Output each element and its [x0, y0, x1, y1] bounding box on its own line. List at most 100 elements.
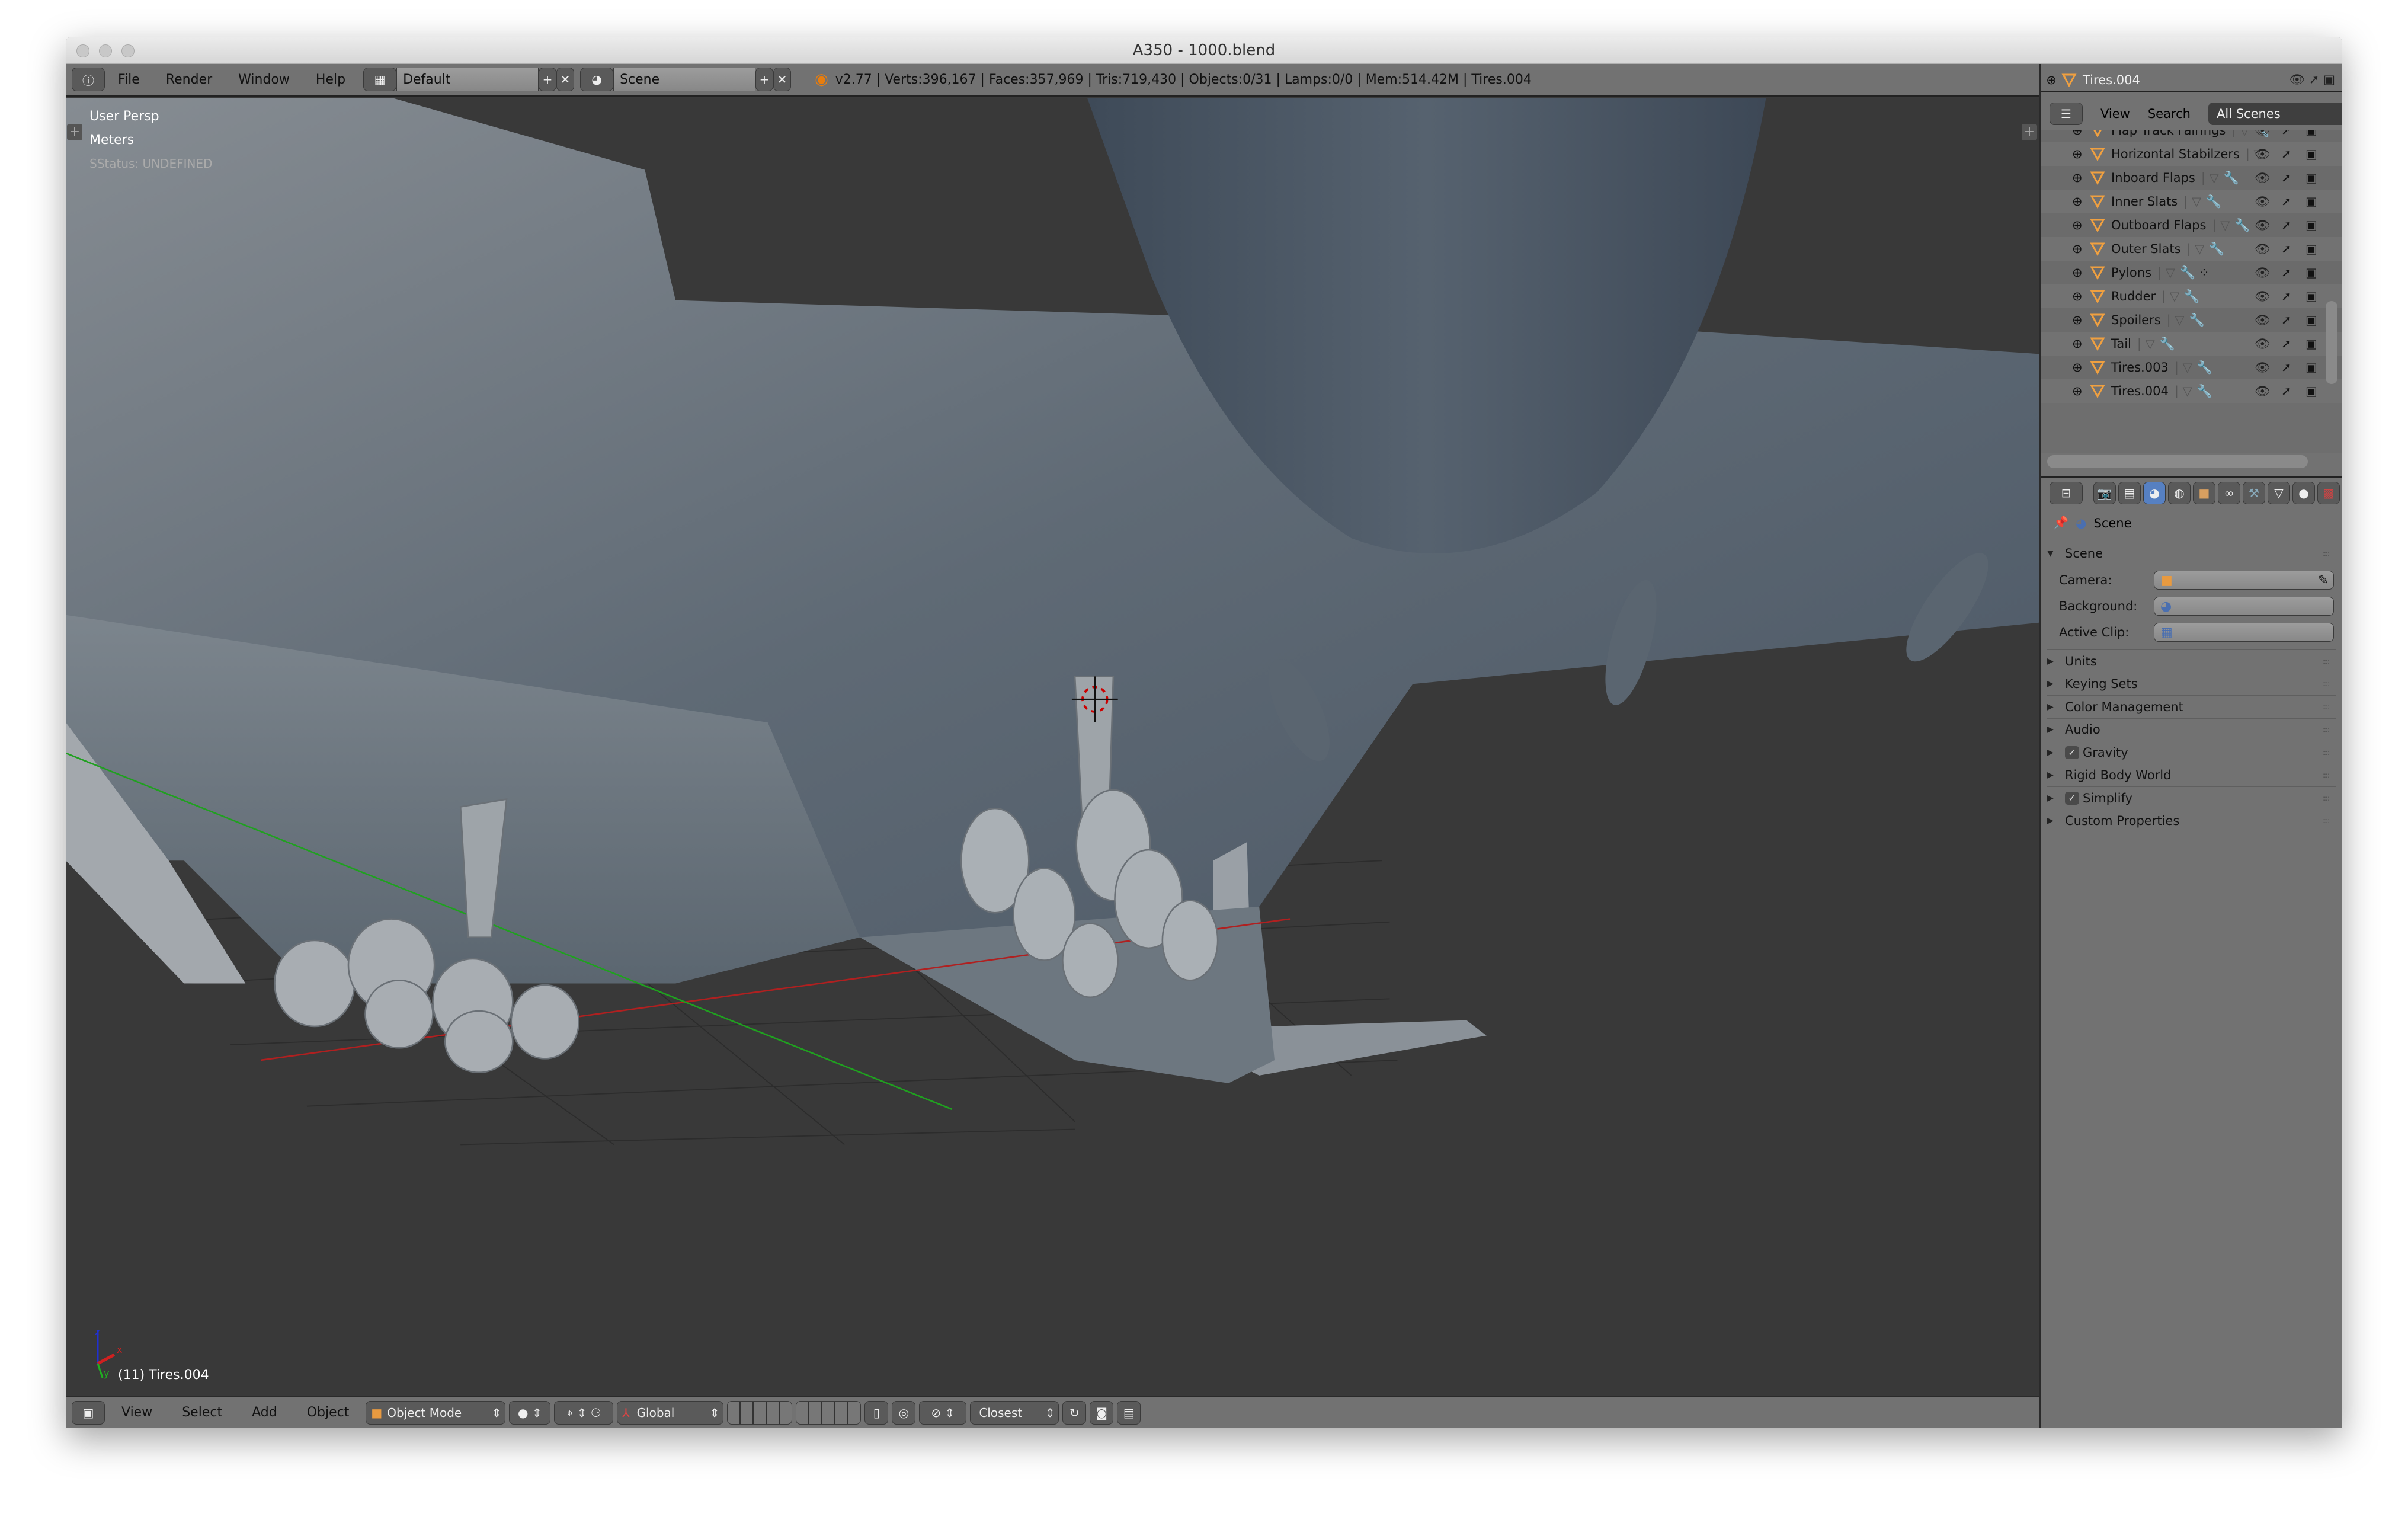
select-cursor-icon[interactable]: ➚ — [2281, 194, 2292, 209]
snap-target-dropdown[interactable]: Closest ⇕ — [970, 1400, 1059, 1425]
drag-grip-icon[interactable]: :::: — [2322, 725, 2330, 734]
mode-dropdown[interactable]: ■ Object Mode ⇕ — [366, 1400, 506, 1425]
expand-icon[interactable]: ⊕ — [2072, 242, 2090, 256]
render-camera-icon[interactable]: ▣ — [2305, 289, 2317, 303]
snap-rotation-icon[interactable]: ↻ — [1062, 1400, 1087, 1425]
editor-type-info-icon[interactable]: ⓘ — [72, 68, 105, 91]
outliner-search-menu[interactable]: Search — [2148, 107, 2191, 121]
outliner-horizontal-scrollbar[interactable] — [2047, 455, 2308, 468]
delete-layout-icon[interactable]: ✕ — [556, 68, 575, 91]
outliner-editor-icon[interactable]: ☰ — [2050, 103, 2083, 125]
panel-header-keying-sets[interactable]: ▶ Keying Sets:::: — [2047, 672, 2336, 695]
eye-icon[interactable]: 👁 — [2255, 384, 2271, 399]
select-cursor-icon[interactable]: ➚ — [2281, 337, 2292, 351]
outliner-item[interactable]: ⊕ Inner Slats | ▽ 🔧 👁 ➚ ▣ — [2041, 190, 2342, 213]
select-cursor-icon[interactable]: ➚ — [2281, 171, 2292, 185]
render-camera-icon[interactable]: ▣ — [2305, 337, 2317, 351]
eye-icon[interactable]: 👁 — [2255, 147, 2271, 162]
drag-grip-icon[interactable]: :::: — [2322, 817, 2330, 825]
add-scene-icon[interactable]: + — [755, 68, 774, 91]
drag-grip-icon[interactable]: :::: — [2322, 794, 2330, 802]
minimize-window-button[interactable] — [99, 44, 112, 57]
transform-orientation-dropdown[interactable]: ⅄ Global ⇕ — [617, 1400, 724, 1425]
panel-header-custom-properties[interactable]: ▶ Custom Properties:::: — [2047, 809, 2336, 832]
eyedropper-icon[interactable]: ✎ — [2318, 573, 2329, 588]
add-layout-icon[interactable]: + — [539, 68, 557, 91]
expand-icon[interactable]: ⊕ — [2072, 337, 2090, 351]
editor-type-3d-icon[interactable]: ▣ — [72, 1400, 105, 1425]
select-cursor-icon[interactable]: ➚ — [2281, 360, 2292, 375]
panel-header-simplify[interactable]: ▶ ✓ Simplify:::: — [2047, 786, 2336, 809]
expand-icon[interactable]: ⊕ — [2072, 360, 2090, 375]
outliner-item[interactable]: ⊕ Tires.003 | ▽ 🔧 👁 ➚ ▣ — [2041, 356, 2342, 379]
render-camera-icon[interactable]: ▣ — [2305, 360, 2317, 375]
panel-header-audio[interactable]: ▶ Audio:::: — [2047, 718, 2336, 741]
object-tab-icon[interactable]: ■ — [2193, 481, 2215, 504]
properties-toggle-icon[interactable]: + — [2022, 124, 2037, 140]
expand-icon[interactable]: ⊕ — [2072, 384, 2090, 398]
render-camera-icon[interactable]: ▣ — [2305, 194, 2317, 209]
select-cursor-icon[interactable]: ➚ — [2281, 289, 2292, 303]
outliner-active-row[interactable]: ⊕ Tires.004 👁 ➚ ▣ — [2041, 69, 2342, 92]
select-cursor-icon[interactable]: ➚ — [2281, 313, 2292, 327]
drag-grip-icon[interactable]: :::: — [2322, 748, 2330, 757]
expand-icon[interactable]: ⊕ — [2072, 313, 2090, 327]
outliner-item[interactable]: ⊕ Horizontal Stabilzers | ▽ 👁 ➚ ▣ — [2041, 142, 2342, 166]
properties-editor-icon[interactable]: ⊟ — [2050, 481, 2083, 504]
render-camera-icon[interactable]: ▣ — [2305, 313, 2317, 327]
render-layers-tab-icon[interactable]: ▤ — [2118, 481, 2141, 504]
outliner-item[interactable]: ⊕ Inboard Flaps | ▽ 🔧 👁 ➚ ▣ — [2041, 166, 2342, 190]
field-input[interactable]: ◕ — [2154, 597, 2334, 616]
material-tab-icon[interactable]: ● — [2292, 481, 2315, 504]
expand-icon[interactable]: ⊕ — [2072, 130, 2090, 137]
outliner-view-menu[interactable]: View — [2100, 107, 2130, 121]
select-cursor-icon[interactable]: ➚ — [2281, 265, 2292, 280]
proportional-edit-icon[interactable]: ◎ — [892, 1400, 916, 1425]
eye-icon[interactable]: 👁 — [2255, 242, 2271, 257]
render-tab-icon[interactable]: 📷 — [2093, 481, 2116, 504]
render-camera-icon[interactable]: ▣ — [2305, 130, 2317, 137]
panel-checkbox[interactable]: ✓ — [2065, 745, 2079, 759]
lock-camera-icon[interactable]: ▯ — [864, 1400, 889, 1425]
layers-row-2[interactable] — [796, 1400, 862, 1425]
select-cursor-icon[interactable]: ➚ — [2281, 242, 2292, 256]
panel-header-gravity[interactable]: ▶ ✓ Gravity:::: — [2047, 741, 2336, 763]
select-cursor-icon[interactable]: ➚ — [2281, 130, 2292, 137]
scene-panel-header[interactable]: ▼ Scene:::: — [2047, 542, 2336, 564]
constraints-tab-icon[interactable]: ∞ — [2218, 481, 2240, 504]
outliner-vertical-scrollbar[interactable] — [2326, 301, 2337, 384]
modifiers-tab-icon[interactable]: ⚒ — [2243, 481, 2265, 504]
layers-row-1[interactable] — [727, 1400, 793, 1425]
eye-icon[interactable]: 👁 — [2255, 313, 2271, 328]
outliner-item[interactable]: ⊕ Tires.004 | ▽ 🔧 👁 ➚ ▣ — [2041, 379, 2342, 403]
drag-grip-icon[interactable]: :::: — [2322, 657, 2330, 665]
expand-icon[interactable]: ⊕ — [2072, 194, 2090, 209]
drag-grip-icon[interactable]: :::: — [2322, 771, 2330, 779]
menu-window[interactable]: Window — [225, 72, 303, 87]
expand-icon[interactable]: ⊕ — [2072, 171, 2090, 185]
screen-layout-icon[interactable]: ▦ — [363, 68, 397, 91]
menu-help[interactable]: Help — [303, 72, 358, 87]
render-opengl-icon[interactable]: ◙ — [1090, 1400, 1114, 1425]
eye-icon[interactable]: 👁 — [2255, 194, 2271, 209]
pin-icon[interactable]: 📌 — [2053, 516, 2068, 530]
data-tab-icon[interactable]: ▽ — [2268, 481, 2290, 504]
menu-view[interactable]: View — [108, 1405, 165, 1420]
render-animation-icon[interactable]: ▤ — [1117, 1400, 1141, 1425]
select-cursor-icon[interactable]: ➚ — [2281, 218, 2292, 232]
toolshelf-toggle-icon[interactable]: + — [67, 124, 82, 140]
eye-icon[interactable]: 👁 — [2255, 130, 2271, 138]
menu-render[interactable]: Render — [153, 72, 225, 87]
pivot-point-dropdown[interactable]: ⌖ ⇕ ⚆ — [554, 1400, 614, 1425]
outliner-item[interactable]: ⊕ Flap Track Fairings | ▽ 🔧 👁 ➚ ▣ — [2041, 130, 2342, 142]
eye-icon[interactable]: 👁 — [2255, 289, 2271, 304]
3d-viewport[interactable]: User Persp Meters SStatus: UNDEFINED + +… — [66, 98, 2039, 1396]
render-camera-icon[interactable]: ▣ — [2305, 171, 2317, 185]
outliner-item[interactable]: ⊕ Spoilers | ▽ 🔧 👁 ➚ ▣ — [2041, 308, 2342, 332]
delete-scene-icon[interactable]: ✕ — [773, 68, 792, 91]
panel-header-rigid-body-world[interactable]: ▶ Rigid Body World:::: — [2047, 763, 2336, 786]
texture-tab-icon[interactable]: ▩ — [2317, 481, 2340, 504]
outliner-item[interactable]: ⊕ Rudder | ▽ 🔧 👁 ➚ ▣ — [2041, 284, 2342, 308]
scene-tab-icon[interactable]: ◕ — [2143, 481, 2166, 504]
menu-object[interactable]: Object — [294, 1405, 363, 1420]
